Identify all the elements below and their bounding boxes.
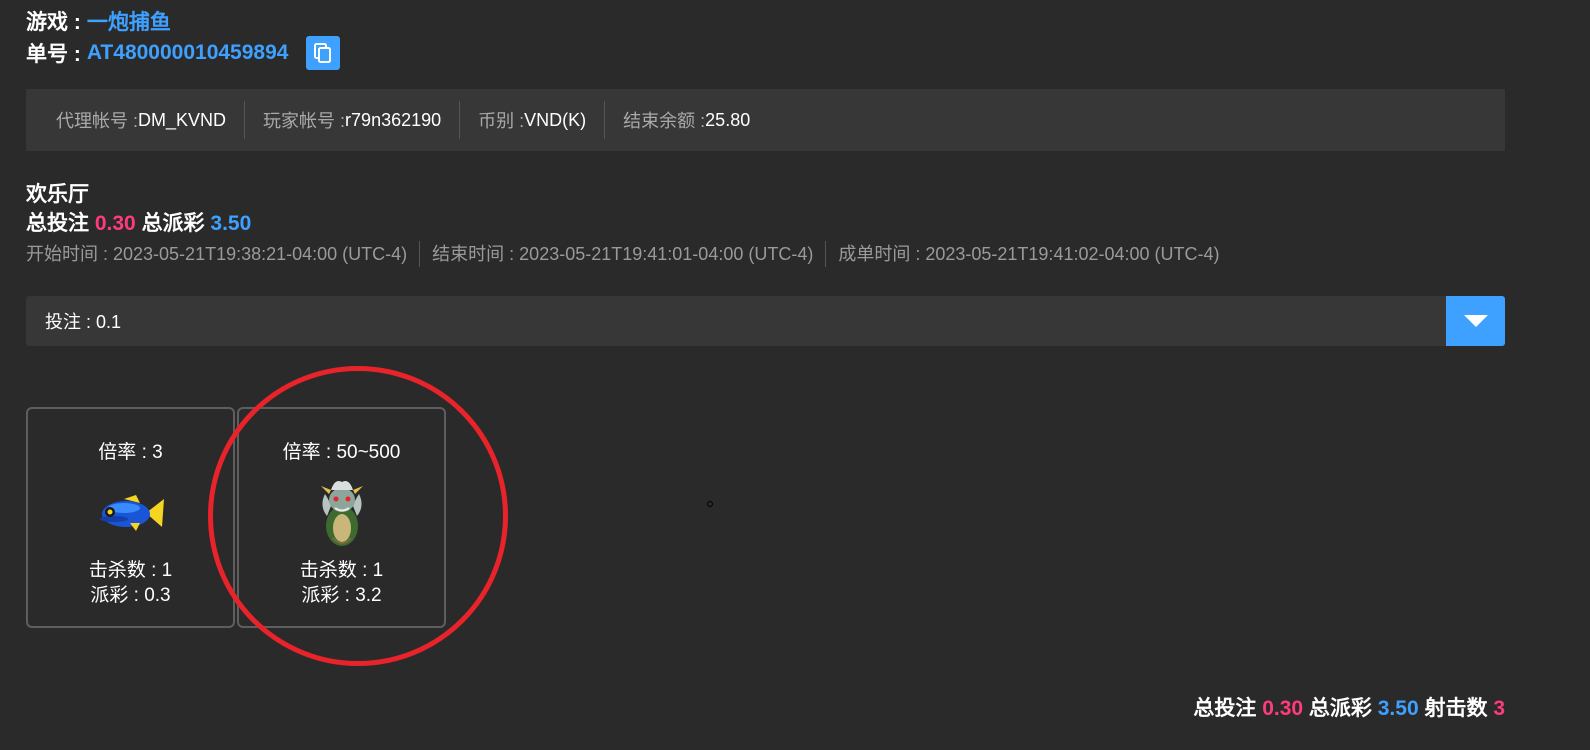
- fish-card-2: 倍率 : 50~500 击杀数 : 1 派彩 : 3.2: [237, 407, 446, 628]
- footer-total-payout-label: 总派彩: [1308, 697, 1372, 720]
- player-account: 玩家帐号 : r79n362190: [244, 101, 459, 139]
- player-account-label: 玩家帐号 :: [263, 111, 346, 131]
- bet-select-label: 投注 : 0.1: [45, 312, 122, 332]
- end-time: 结束时间 : 2023-05-21T19:41:01-04:00 (UTC-4): [419, 241, 825, 267]
- room-name: 欢乐厅: [26, 183, 89, 206]
- currency: 币别 : VND(K): [459, 101, 604, 139]
- dropdown-toggle[interactable]: [1446, 296, 1505, 346]
- copy-icon: [314, 43, 332, 63]
- game-label: 游戏 :: [26, 11, 81, 34]
- end-balance-value: 25.80: [705, 109, 751, 130]
- room-totals: 总投注 0.30 总派彩 3.50: [26, 207, 251, 237]
- agent-account-value: DM_KVND: [138, 109, 227, 130]
- end-balance: 结束余额 : 25.80: [604, 101, 768, 139]
- game-line: 游戏 : 一炮捕鱼: [26, 6, 171, 36]
- agent-account: 代理帐号 : DM_KVND: [26, 101, 244, 139]
- total-bet-label: 总投注: [26, 212, 89, 235]
- footer-shots-label: 射击数: [1424, 697, 1488, 720]
- fish-kills: 击杀数 : 1: [88, 560, 173, 581]
- currency-label: 币别 :: [478, 111, 525, 131]
- fish-rate: 倍率 : 3: [98, 442, 163, 463]
- start-time: 开始时间 : 2023-05-21T19:38:21-04:00 (UTC-4): [26, 244, 408, 264]
- dragon-icon: [320, 481, 363, 546]
- agent-account-label: 代理帐号 :: [56, 111, 139, 131]
- end-balance-label: 结束余额 :: [623, 111, 706, 131]
- fish-payout: 派彩 : 0.3: [90, 585, 171, 606]
- account-info-bar: 代理帐号 : DM_KVND 玩家帐号 : r79n362190 币别 : VN…: [26, 89, 1505, 151]
- summary-footer: 总投注 0.30 总派彩 3.50 射击数 3: [1193, 692, 1505, 722]
- footer-total-payout-value: 3.50: [1377, 697, 1419, 720]
- fish-rate: 倍率 : 50~500: [282, 442, 401, 463]
- order-id: AT480000010459894: [86, 41, 289, 64]
- fish-payout: 派彩 : 3.2: [301, 585, 382, 606]
- footer-total-bet-label: 总投注: [1193, 697, 1257, 720]
- player-account-value: r79n362190: [345, 109, 442, 130]
- total-payout-value: 3.50: [210, 212, 252, 235]
- fish-card-1: 倍率 : 3 击杀数 : 1 派彩 : 0.3: [26, 407, 235, 628]
- copy-button[interactable]: [306, 36, 341, 70]
- time-info: 开始时间 : 2023-05-21T19:38:21-04:00 (UTC-4)…: [26, 240, 1232, 268]
- total-bet-value: 0.30: [94, 212, 136, 235]
- bet-select[interactable]: 投注 : 0.1: [26, 296, 1505, 346]
- order-label: 单号 :: [26, 43, 81, 66]
- settle-time: 成单时间 : 2023-05-21T19:41:02-04:00 (UTC-4): [825, 241, 1231, 267]
- order-line: 单号 : AT480000010459894: [26, 36, 341, 70]
- blue-fish-icon: [99, 495, 164, 531]
- game-name: 一炮捕鱼: [86, 11, 171, 34]
- cursor-dot: [707, 501, 713, 507]
- footer-total-bet-value: 0.30: [1262, 697, 1304, 720]
- bet-detail-page: 游戏 : 一炮捕鱼 单号 : AT480000010459894 代理帐号 : …: [0, 0, 1590, 750]
- chevron-down-icon: [1463, 315, 1488, 327]
- currency-value: VND(K): [524, 109, 587, 130]
- footer-shots-value: 3: [1493, 697, 1505, 720]
- fish-kills: 击杀数 : 1: [299, 560, 384, 581]
- total-payout-label: 总派彩: [141, 212, 205, 235]
